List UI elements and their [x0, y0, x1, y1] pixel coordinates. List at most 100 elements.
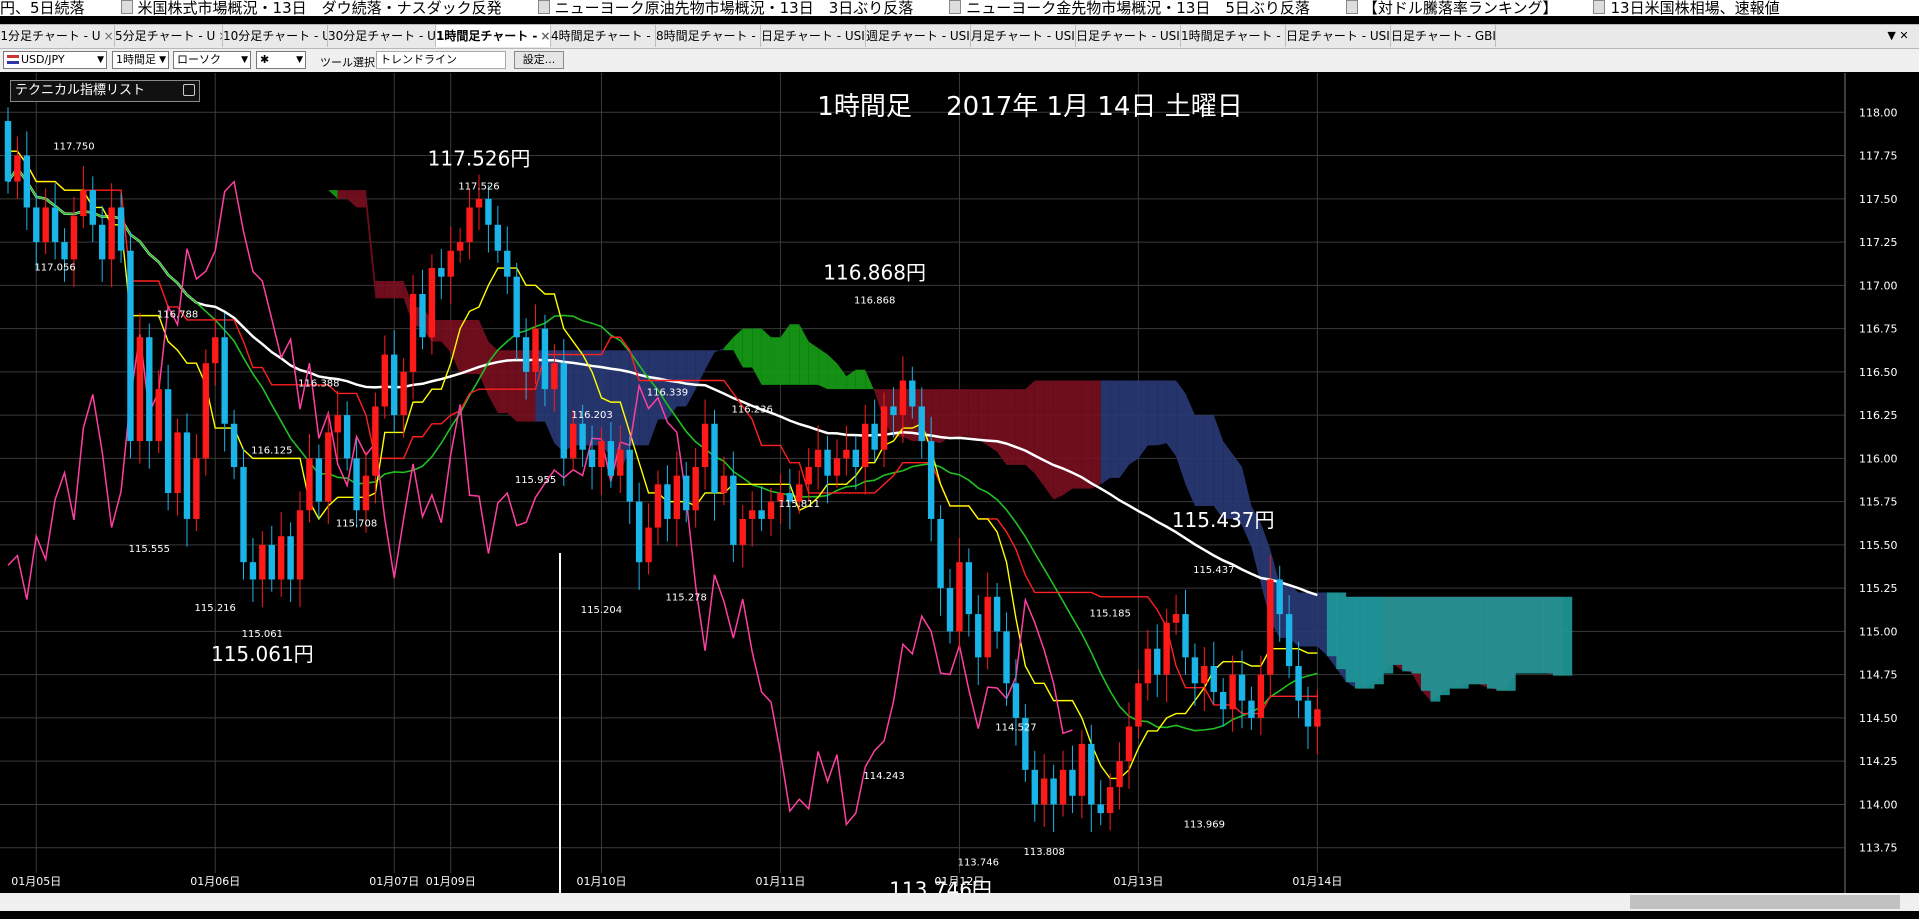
- candle-body: [306, 458, 313, 511]
- cloud-future-segment: [1524, 596, 1535, 674]
- indicator-list-panel[interactable]: テクニカル指標リスト: [10, 80, 200, 102]
- price-label: 117.526: [458, 181, 499, 192]
- cloud-future-segment: [1562, 596, 1573, 676]
- price-label: 115.437: [1193, 565, 1234, 576]
- tab-list-menu-button[interactable]: ▼ ✕: [1885, 24, 1911, 47]
- chart-tab[interactable]: 日足チャート - USI×: [761, 25, 866, 47]
- chart-tab[interactable]: 日足チャート - USI×: [1076, 25, 1181, 47]
- cloud-segment: [1091, 380, 1101, 489]
- close-icon[interactable]: ✕: [1899, 29, 1908, 42]
- cloud-segment: [695, 350, 706, 390]
- price-label: 117.056: [34, 263, 75, 274]
- candle-body: [720, 475, 728, 493]
- marker-select[interactable]: ✱ ▼: [256, 51, 306, 69]
- x-tick-label: 01月11日: [755, 875, 805, 888]
- candle-body: [711, 423, 718, 493]
- chart-tab[interactable]: 30分足チャート - U×: [328, 25, 436, 47]
- price-callout: 116.868円: [823, 261, 926, 285]
- cloud-segment: [968, 389, 979, 439]
- cloud-segment: [1185, 393, 1195, 506]
- chart-tab[interactable]: 日足チャート - GBI×: [1391, 25, 1496, 47]
- chart-tab[interactable]: 1時間足チャート -×: [436, 25, 551, 47]
- candle-body: [174, 432, 181, 493]
- candle-body: [456, 242, 464, 251]
- cloud-segment: [469, 319, 479, 375]
- candle-body: [1154, 648, 1161, 675]
- candle-body: [117, 207, 125, 251]
- document-icon: [1345, 0, 1358, 14]
- price-label: 115.278: [666, 593, 707, 604]
- cloud-segment: [705, 350, 715, 370]
- cloud-segment: [742, 328, 753, 368]
- candle-body: [1078, 743, 1086, 796]
- candle-body: [617, 449, 624, 476]
- candle-body: [343, 415, 351, 459]
- timeframe-select[interactable]: 1時間足 ▼: [112, 51, 169, 69]
- candle-body: [513, 276, 520, 338]
- chart-tab[interactable]: 日足チャート - USI×: [1286, 25, 1391, 47]
- y-tick-label: 118.00: [1859, 106, 1898, 119]
- cloud-future-segment: [1477, 596, 1488, 685]
- cloud-segment: [1166, 380, 1177, 457]
- cloud-segment: [300, 181, 310, 191]
- cloud-segment: [827, 354, 837, 390]
- chart-tab[interactable]: 10分足チャート - U×: [223, 25, 328, 47]
- cloud-segment: [1128, 380, 1139, 465]
- cloud-segment: [1157, 380, 1167, 446]
- price-label: 113.746: [958, 857, 999, 868]
- chart-tab-bar: 1分足チャート - U×5分足チャート - U×10分足チャート - U×30分…: [0, 24, 1919, 49]
- close-tab-icon[interactable]: ×: [540, 29, 550, 43]
- chart-tab[interactable]: 月足チャート - USI×: [971, 25, 1076, 47]
- cloud-segment: [1015, 389, 1026, 465]
- chart-type-select[interactable]: ローソク ▼: [173, 51, 251, 69]
- price-label: 116.388: [298, 379, 339, 390]
- candle-body: [1219, 691, 1227, 710]
- y-tick-label: 116.00: [1859, 452, 1898, 465]
- candle-body: [183, 432, 191, 519]
- candle-body: [202, 363, 210, 459]
- chart-tab[interactable]: 1時間足チャート -×: [1181, 25, 1286, 47]
- price-label: 115.061: [242, 629, 283, 640]
- candle-body: [240, 467, 247, 563]
- chart-tab[interactable]: 8時間足チャート -×: [656, 25, 761, 47]
- collapse-icon[interactable]: [183, 84, 195, 96]
- chart-tab[interactable]: 4時間足チャート -×: [551, 25, 656, 47]
- cloud-segment: [1100, 380, 1111, 485]
- ticker-item[interactable]: 【対ドル騰落率ランキング】: [1345, 0, 1557, 16]
- y-tick-label: 116.75: [1859, 323, 1898, 336]
- ticker-item[interactable]: 13日米国株相場、速報値: [1593, 0, 1780, 16]
- price-label: 116.125: [251, 446, 292, 457]
- price-label: 115.555: [129, 544, 170, 555]
- tool-select-input[interactable]: トレンドライン: [376, 51, 506, 69]
- currency-pair-select[interactable]: USD/JPY ▼: [3, 51, 107, 69]
- settings-button[interactable]: 設定...: [514, 51, 564, 69]
- cloud-future-segment: [1336, 592, 1347, 670]
- chart-tab[interactable]: 週足チャート - USI×: [866, 25, 971, 47]
- candle-body: [33, 207, 40, 243]
- cloud-segment: [808, 341, 819, 385]
- candle-body: [193, 458, 200, 519]
- chart-tab[interactable]: 1分足チャート - U ×: [0, 25, 115, 47]
- cloud-segment: [1025, 380, 1035, 474]
- news-ticker[interactable]: 円、5日続落 米国株式市場概況・13日 ダウ続落・ナスダック反発 ニューヨーク原油先…: [0, 0, 1919, 16]
- candle-body: [362, 475, 370, 511]
- ticker-item[interactable]: 円、5日続落: [0, 0, 85, 16]
- chart-tab[interactable]: 5分足チャート - U×: [115, 25, 223, 47]
- x-tick-label: 01月05日: [11, 875, 61, 888]
- horizontal-scrollbar[interactable]: [0, 893, 1919, 911]
- candle-body: [14, 155, 21, 182]
- price-label: 116.203: [571, 410, 612, 421]
- price-chart[interactable]: 118.00 117.75 117.50 117.25 117.00 116.75 116.…: [0, 73, 1919, 893]
- close-tab-icon[interactable]: ×: [104, 29, 114, 43]
- cloud-future-segment: [1421, 596, 1431, 691]
- scrollbar-thumb[interactable]: [1630, 895, 1900, 909]
- cloud-future-segment: [1468, 596, 1479, 685]
- y-tick-label: 116.50: [1859, 366, 1898, 379]
- candle-body: [61, 242, 68, 260]
- cloud-segment: [836, 363, 847, 390]
- ticker-item[interactable]: 米国株式市場概況・13日 ダウ続落・ナスダック反発: [120, 0, 502, 16]
- cloud-future-segment: [1486, 596, 1497, 689]
- cloud-segment: [1053, 380, 1064, 500]
- ticker-item[interactable]: ニューヨーク原油先物市場概況・13日 3日ぶり反落: [537, 0, 913, 16]
- ticker-item[interactable]: ニューヨーク金先物市場概況・13日 5日ぶり反落: [949, 0, 1310, 16]
